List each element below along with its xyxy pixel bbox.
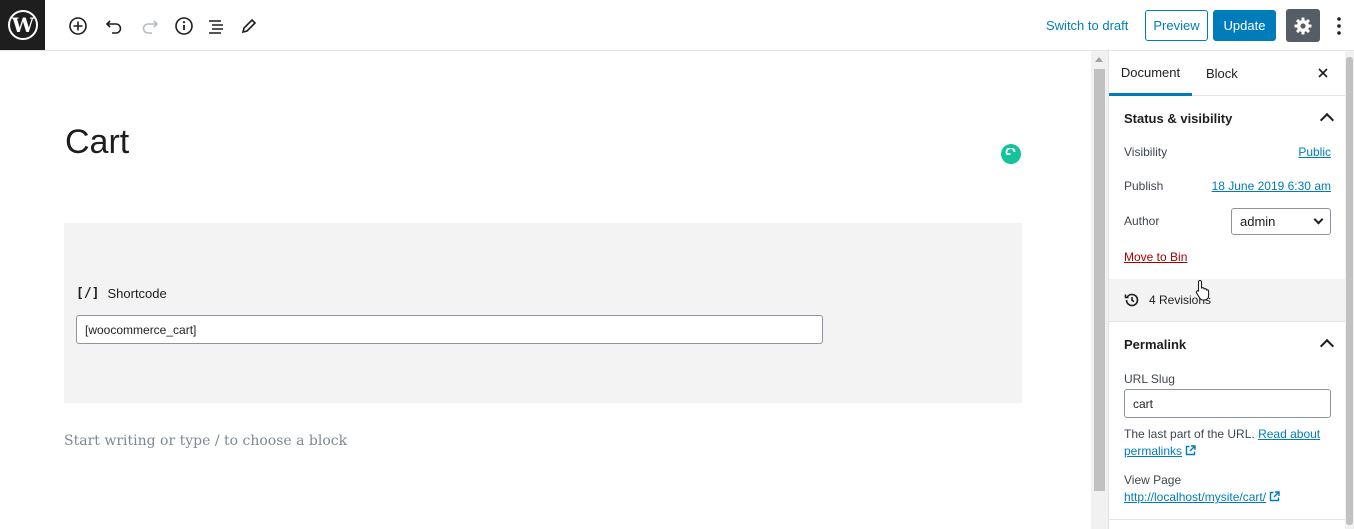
gear-icon bbox=[1294, 17, 1312, 34]
settings-sidebar: Document Block Status & visibility Visib… bbox=[1108, 51, 1346, 529]
author-label: Author bbox=[1124, 214, 1160, 228]
editor-header: W Switch to draft Preview Update bbox=[0, 0, 1354, 51]
sidebar-tabs: Document Block bbox=[1109, 51, 1346, 96]
chevron-down-icon bbox=[1313, 214, 1324, 224]
publish-row: Publish 18 June 2019 6:30 am bbox=[1124, 176, 1331, 196]
external-link-icon bbox=[1269, 491, 1280, 502]
panel-divider bbox=[1109, 519, 1346, 520]
history-icon bbox=[1124, 293, 1139, 307]
editor-scrollbar[interactable] bbox=[1091, 51, 1108, 529]
visibility-row: Visibility Public bbox=[1124, 142, 1331, 162]
shortcode-label-text: Shortcode bbox=[107, 286, 167, 301]
chevron-up-icon bbox=[1319, 112, 1335, 128]
revisions-button[interactable]: 4 Revisions bbox=[1109, 279, 1346, 321]
tab-document[interactable]: Document bbox=[1109, 51, 1192, 96]
hand-cursor-icon bbox=[1195, 279, 1210, 301]
shortcode-icon: [/] bbox=[76, 286, 100, 301]
svg-text:W: W bbox=[10, 13, 34, 37]
close-sidebar-icon[interactable] bbox=[1315, 65, 1331, 81]
publish-label: Publish bbox=[1124, 179, 1164, 193]
view-page-link[interactable]: http://localhost/mysite/cart/ bbox=[1124, 490, 1266, 504]
url-slug-input[interactable] bbox=[1124, 389, 1331, 418]
visibility-label: Visibility bbox=[1124, 145, 1168, 159]
sidebar-scroll-thumb[interactable] bbox=[1346, 57, 1353, 525]
publish-date-link[interactable]: 18 June 2019 6:30 am bbox=[1212, 179, 1331, 193]
update-button[interactable]: Update bbox=[1213, 10, 1276, 41]
wordpress-logo-icon[interactable]: W bbox=[0, 0, 45, 50]
add-block-icon[interactable] bbox=[65, 13, 91, 39]
status-visibility-panel-toggle[interactable]: Status & visibility bbox=[1109, 96, 1346, 141]
switch-to-draft-button[interactable]: Switch to draft bbox=[1046, 18, 1128, 33]
block-appender-placeholder[interactable]: Start writing or type / to choose a bloc… bbox=[64, 433, 347, 449]
view-page-label: View Page bbox=[1124, 473, 1182, 487]
chevron-up-icon bbox=[1319, 338, 1335, 354]
info-icon[interactable] bbox=[171, 13, 197, 39]
undo-icon[interactable] bbox=[101, 13, 127, 39]
redo-icon[interactable] bbox=[137, 13, 163, 39]
permalink-help-text: The last part of the URL. Read about per… bbox=[1124, 426, 1334, 460]
author-select[interactable]: admin bbox=[1231, 207, 1331, 235]
permalink-help-prefix: The last part of the URL. bbox=[1124, 427, 1255, 441]
author-row: Author admin bbox=[1124, 207, 1331, 235]
settings-gear-button[interactable] bbox=[1286, 9, 1320, 42]
permalink-heading: Permalink bbox=[1124, 337, 1187, 352]
shortcode-block-label: [/] Shortcode bbox=[76, 286, 167, 301]
move-to-bin-link[interactable]: Move to Bin bbox=[1124, 250, 1187, 264]
grammarly-icon[interactable] bbox=[1001, 144, 1021, 164]
status-visibility-heading: Status & visibility bbox=[1124, 111, 1233, 126]
post-title[interactable]: Cart bbox=[65, 123, 129, 162]
shortcode-block[interactable]: [/] Shortcode bbox=[64, 223, 1022, 403]
editor-scroll-thumb[interactable] bbox=[1094, 69, 1105, 491]
visibility-toggle-link[interactable]: Public bbox=[1298, 145, 1331, 159]
author-select-value: admin bbox=[1240, 213, 1276, 229]
preview-button[interactable]: Preview bbox=[1145, 10, 1208, 41]
external-link-icon bbox=[1185, 445, 1196, 456]
editor-canvas: Cart [/] Shortcode Start writing or type… bbox=[0, 51, 1091, 529]
tab-block[interactable]: Block bbox=[1206, 51, 1238, 96]
edit-pencil-icon[interactable] bbox=[236, 13, 262, 39]
view-page-link-wrap: http://localhost/mysite/cart/ bbox=[1124, 490, 1280, 504]
permalink-panel-toggle[interactable]: Permalink bbox=[1109, 322, 1346, 367]
sidebar-scrollbar[interactable] bbox=[1345, 51, 1354, 529]
url-slug-label: URL Slug bbox=[1124, 372, 1175, 386]
scroll-up-arrow-icon[interactable] bbox=[1095, 57, 1103, 62]
more-options-icon[interactable] bbox=[1330, 13, 1348, 39]
outline-list-icon[interactable] bbox=[203, 13, 229, 39]
shortcode-input[interactable] bbox=[76, 315, 823, 344]
